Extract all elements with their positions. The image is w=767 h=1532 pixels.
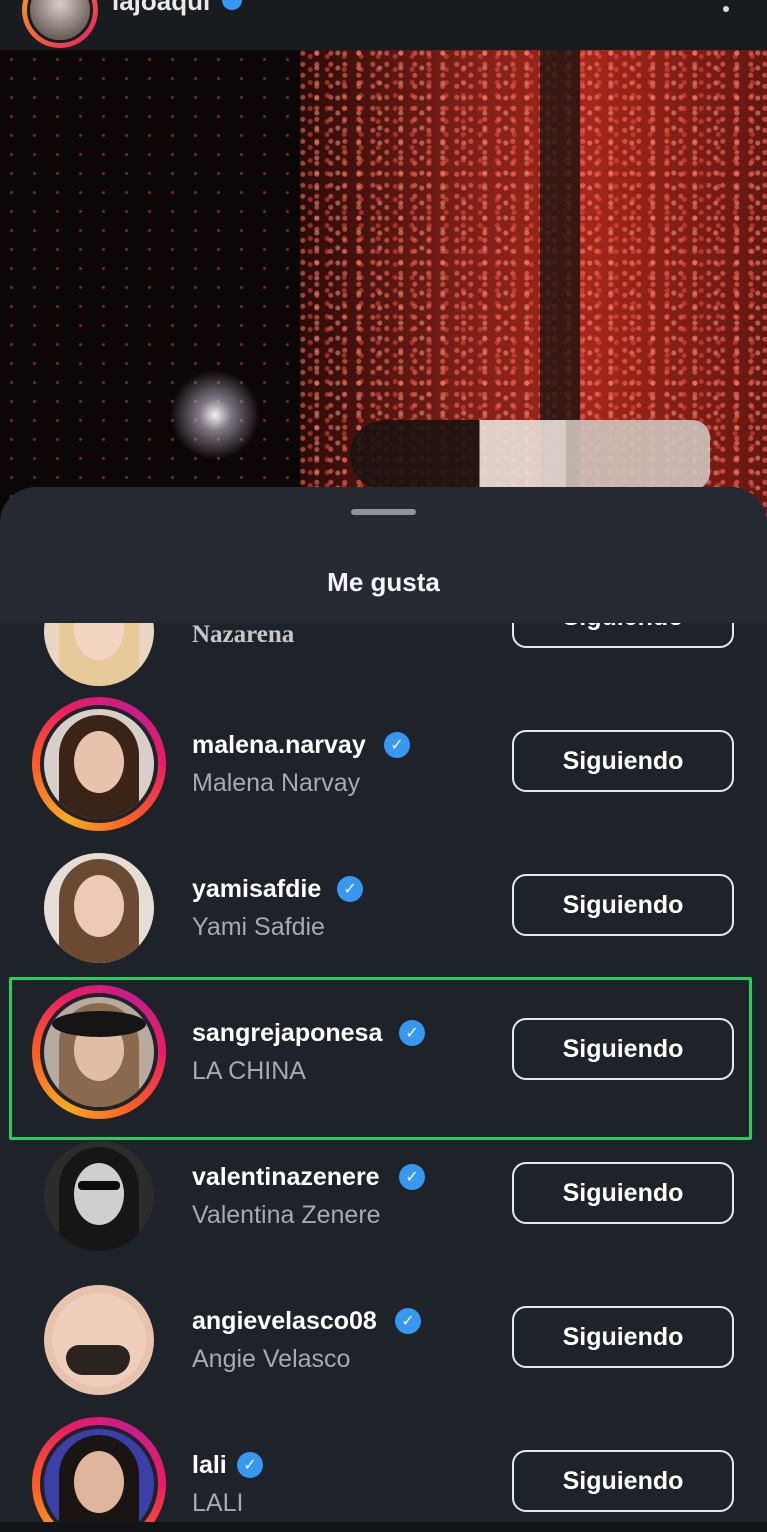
list-item[interactable]: valentinazenere ✓ Valentina Zenere Sigui… xyxy=(0,1124,767,1268)
username[interactable]: malena.narvay xyxy=(192,731,366,760)
sheet-grabber-handle[interactable] xyxy=(351,509,416,515)
performer-decoration xyxy=(350,420,710,490)
avatar-story-ring[interactable] xyxy=(32,985,166,1119)
username[interactable]: valentinazenere xyxy=(192,1163,380,1192)
sunglasses-decoration xyxy=(78,1181,120,1190)
full-name: LA CHINA xyxy=(192,1057,306,1085)
list-item[interactable]: sangrejaponesa ✓ LA CHINA Siguiendo xyxy=(0,980,767,1124)
username[interactable]: yamisafdie xyxy=(192,875,321,904)
verified-badge-icon: ✓ xyxy=(395,1308,421,1334)
full-name: Yami Safdie xyxy=(192,913,325,941)
spotlight-decoration xyxy=(170,370,260,460)
post-image xyxy=(0,50,767,530)
sheet-header: Me gusta xyxy=(0,487,767,623)
avatar xyxy=(44,709,154,819)
full-name: Nazarena xyxy=(192,621,295,648)
likes-sheet: Me gusta Nazarena Siguiendo malena.narva xyxy=(0,487,767,1532)
full-name: Angie Velasco xyxy=(192,1345,351,1373)
verified-badge-icon xyxy=(222,0,242,10)
full-name: Malena Narvay xyxy=(192,769,361,797)
following-button[interactable]: Siguiendo xyxy=(512,1162,734,1224)
more-icon[interactable] xyxy=(723,6,729,12)
username[interactable]: sangrejaponesa xyxy=(192,1019,382,1048)
following-button[interactable]: Siguiendo xyxy=(512,730,734,792)
list-item[interactable]: lali ✓ LALI Siguiendo xyxy=(0,1412,767,1532)
likes-list[interactable]: Nazarena Siguiendo malena.narvay ✓ Malen… xyxy=(0,487,767,1532)
verified-badge-icon: ✓ xyxy=(399,1164,425,1190)
avatar-story-ring[interactable] xyxy=(32,1417,166,1532)
avatar[interactable] xyxy=(32,841,166,975)
mask-decoration xyxy=(66,1345,130,1375)
full-name: LALI xyxy=(192,1489,244,1517)
avatar xyxy=(44,997,154,1107)
list-item[interactable]: yamisafdie ✓ Yami Safdie Siguiendo xyxy=(0,836,767,980)
following-button[interactable]: Siguiendo xyxy=(512,1450,734,1512)
list-item[interactable]: malena.narvay ✓ Malena Narvay Siguiendo xyxy=(0,692,767,836)
hat-decoration xyxy=(52,1011,146,1037)
navigation-bar xyxy=(0,1522,767,1532)
username[interactable]: lali xyxy=(192,1451,227,1480)
post-header: lajoaqui xyxy=(0,0,767,50)
verified-badge-icon: ✓ xyxy=(237,1452,263,1478)
confetti-decoration xyxy=(0,50,300,530)
verified-badge-icon: ✓ xyxy=(384,732,410,758)
avatar xyxy=(44,1429,154,1532)
username[interactable]: angievelasco08 xyxy=(192,1307,377,1336)
sheet-title: Me gusta xyxy=(327,567,440,597)
following-button[interactable]: Siguiendo xyxy=(512,874,734,936)
avatar[interactable] xyxy=(32,1273,166,1407)
verified-badge-icon: ✓ xyxy=(399,1020,425,1046)
list-item[interactable]: angievelasco08 ✓ Angie Velasco Siguiendo xyxy=(0,1268,767,1412)
avatar-story-ring[interactable] xyxy=(32,697,166,831)
avatar[interactable] xyxy=(32,1129,166,1263)
verified-badge-icon: ✓ xyxy=(337,876,363,902)
following-button[interactable]: Siguiendo xyxy=(512,1306,734,1368)
following-button[interactable]: Siguiendo xyxy=(512,1018,734,1080)
full-name: Valentina Zenere xyxy=(192,1201,381,1229)
post-author-username[interactable]: lajoaqui xyxy=(112,0,210,17)
post-author-avatar[interactable] xyxy=(22,0,98,48)
